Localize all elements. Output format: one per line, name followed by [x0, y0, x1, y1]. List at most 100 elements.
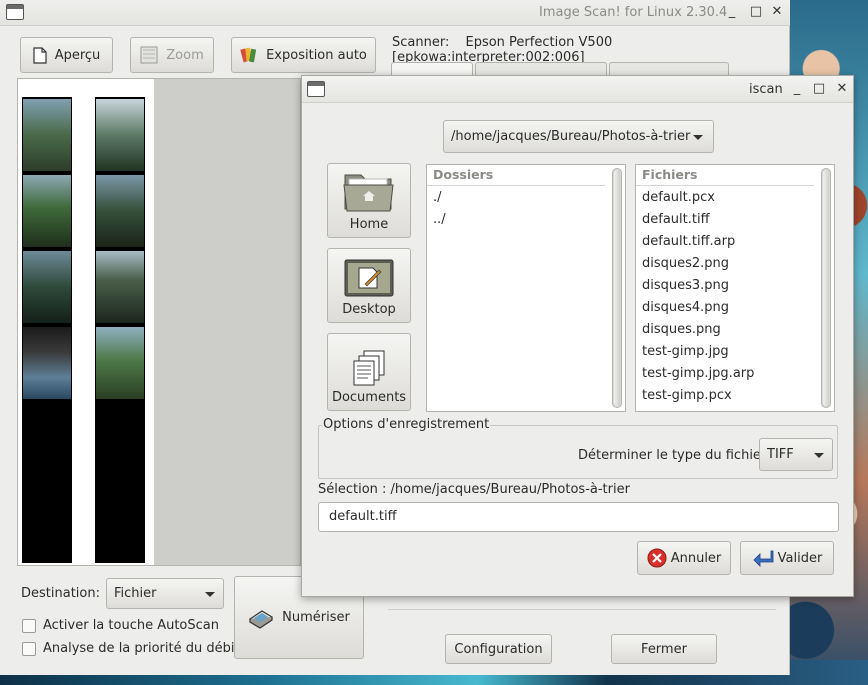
dialog-title: iscan — [749, 82, 783, 97]
preview-button[interactable]: Aperçu — [20, 37, 113, 73]
document-icon — [33, 46, 47, 64]
color-palette-icon — [240, 47, 257, 63]
files-scrollbar-thumb[interactable] — [823, 170, 829, 406]
file-type-dropdown[interactable]: TIFF — [759, 438, 833, 471]
dialog-window-icon — [307, 81, 325, 97]
destination-value: Fichier — [114, 586, 157, 601]
dialog-titlebar[interactable]: iscan _ □ ✕ — [302, 76, 853, 103]
folders-scrollbar-thumb[interactable] — [614, 170, 620, 406]
folder-item[interactable]: ../ — [427, 209, 605, 231]
preview-area[interactable] — [17, 78, 301, 566]
folders-list-body: ./ ../ — [427, 187, 605, 231]
place-desktop-button[interactable]: Desktop — [327, 248, 411, 323]
film-preview-image — [18, 79, 154, 565]
folders-list[interactable]: Dossiers ./ ../ — [426, 164, 626, 412]
file-item[interactable]: default.tiff — [636, 209, 814, 231]
film-frame — [23, 327, 71, 399]
zoom-icon — [140, 46, 158, 64]
dialog-maximize-button[interactable]: □ — [810, 80, 828, 98]
folders-scrollbar[interactable] — [612, 168, 622, 408]
close-button[interactable]: ✕ — [768, 3, 786, 21]
chevron-down-icon — [693, 135, 703, 140]
files-list[interactable]: Fichiers default.pcx default.tiff defaul… — [635, 164, 835, 412]
main-window-title: Image Scan! for Linux 2.30.4 — [539, 5, 728, 20]
selection-label: Sélection : /home/jacques/Bureau/Photos-… — [318, 482, 630, 497]
tab-fragment-3[interactable] — [609, 62, 729, 76]
save-options-frame: Options d'enregistrement Déterminer le t… — [318, 417, 838, 479]
files-scrollbar[interactable] — [821, 168, 831, 408]
file-item[interactable]: test-gimp.jpg — [636, 341, 814, 363]
tab-fragment-1[interactable] — [391, 62, 473, 76]
scanner-label: Scanner: — [392, 35, 450, 50]
file-item[interactable]: disques2.png — [636, 253, 814, 275]
tab-fragment-2[interactable] — [475, 62, 607, 76]
scanner-info: Scanner: Epson Perfection V500 [epkowa:i… — [392, 35, 789, 65]
enter-arrow-icon — [753, 550, 774, 567]
autoscan-checkbox-row[interactable]: Activer la touche AutoScan — [22, 618, 219, 633]
dialog-close-button[interactable]: ✕ — [833, 80, 851, 98]
destination-dropdown[interactable]: Fichier — [106, 578, 224, 609]
scanner-tabs-partial — [391, 62, 731, 76]
throughput-checkbox[interactable] — [22, 641, 36, 656]
save-dialog: iscan _ □ ✕ /home/jacques/Bureau/Photos-… — [301, 75, 854, 597]
file-item[interactable]: disques.png — [636, 319, 814, 341]
configuration-button[interactable]: Configuration — [445, 634, 552, 664]
file-item[interactable]: disques3.png — [636, 275, 814, 297]
auto-exposure-button-label: Exposition auto — [266, 47, 367, 63]
main-titlebar[interactable]: Image Scan! for Linux 2.30.4 _ □ ✕ — [0, 0, 790, 26]
path-value: /home/jacques/Bureau/Photos-à-trier — [451, 129, 691, 144]
preview-button-label: Aperçu — [54, 47, 101, 63]
film-frame — [23, 251, 71, 323]
configuration-button-label: Configuration — [454, 641, 543, 657]
documents-icon — [353, 350, 385, 386]
files-header[interactable]: Fichiers — [636, 165, 814, 186]
film-frame — [96, 251, 144, 323]
separator — [388, 609, 776, 610]
file-item[interactable]: default.pcx — [636, 187, 814, 209]
throughput-checkbox-row[interactable]: Analyse de la priorité du débit — [22, 641, 240, 656]
film-frame — [96, 99, 144, 171]
cancel-icon — [647, 548, 667, 568]
ok-button-label: Valider — [777, 550, 823, 566]
fermer-button[interactable]: Fermer — [611, 634, 717, 664]
cancel-button[interactable]: Annuler — [637, 541, 731, 575]
autoscan-checkbox[interactable] — [22, 618, 36, 633]
file-type-label: Déterminer le type du fichier: — [578, 448, 771, 463]
home-folder-icon — [343, 174, 394, 212]
ok-button[interactable]: Valider — [740, 541, 834, 575]
place-documents-button[interactable]: Documents — [327, 333, 411, 411]
file-item[interactable]: disques4.png — [636, 297, 814, 319]
place-home-label: Home — [349, 217, 389, 232]
maximize-button[interactable]: □ — [747, 3, 765, 21]
autoscan-label: Activer la touche AutoScan — [43, 618, 219, 633]
file-item[interactable]: default.tiff.arp — [636, 231, 814, 253]
scan-button-label: Numériser — [282, 610, 350, 625]
folders-header[interactable]: Dossiers — [427, 165, 605, 186]
film-strip-right — [95, 97, 145, 563]
filename-input[interactable]: default.tiff — [318, 502, 839, 532]
minimize-button[interactable]: _ — [723, 3, 741, 21]
place-desktop-label: Desktop — [342, 302, 396, 317]
place-documents-label: Documents — [331, 390, 407, 405]
app-window-icon — [6, 4, 24, 20]
cancel-button-label: Annuler — [670, 550, 722, 566]
path-dropdown[interactable]: /home/jacques/Bureau/Photos-à-trier — [443, 120, 714, 153]
fermer-button-label: Fermer — [641, 641, 687, 657]
filename-value: default.tiff — [329, 509, 397, 524]
chevron-down-icon — [205, 592, 215, 597]
save-options-legend: Options d'enregistrement — [322, 417, 491, 432]
zoom-button[interactable]: Zoom — [130, 37, 214, 73]
file-item[interactable]: test-gimp.pcx — [636, 385, 814, 407]
throughput-label: Analyse de la priorité du débit — [43, 641, 240, 656]
auto-exposure-button[interactable]: Exposition auto — [231, 37, 376, 73]
place-home-button[interactable]: Home — [327, 163, 411, 238]
dialog-minimize-button[interactable]: _ — [788, 80, 806, 98]
scanner-icon — [249, 609, 274, 629]
folder-item[interactable]: ./ — [427, 187, 605, 209]
files-list-body: default.pcx default.tiff default.tiff.ar… — [636, 187, 814, 407]
film-frame — [23, 99, 71, 171]
file-item[interactable]: test-gimp.jpg.arp — [636, 363, 814, 385]
chevron-down-icon — [814, 453, 824, 458]
zoom-button-label: Zoom — [166, 47, 204, 63]
film-frame — [96, 327, 144, 399]
